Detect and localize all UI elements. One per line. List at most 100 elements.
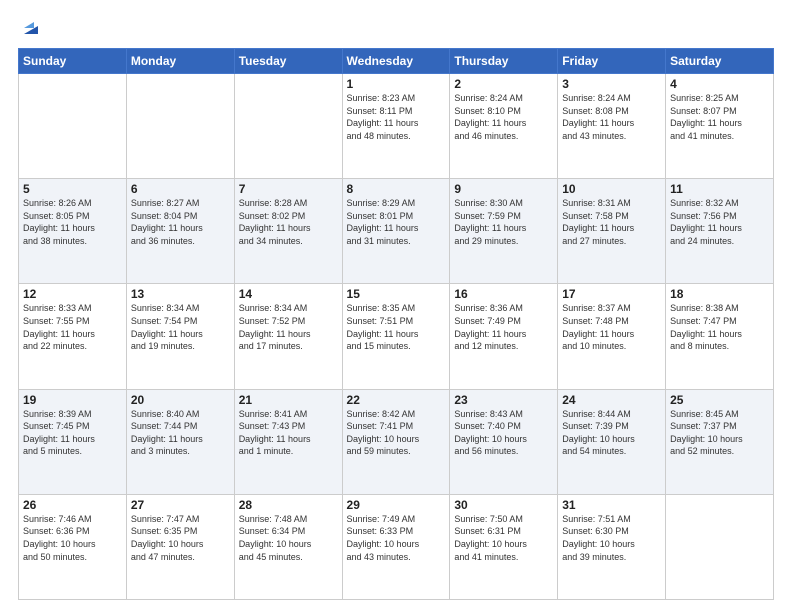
day-number: 14: [239, 287, 338, 301]
calendar-cell: [19, 74, 127, 179]
calendar-cell: 5Sunrise: 8:26 AM Sunset: 8:05 PM Daylig…: [19, 179, 127, 284]
day-info: Sunrise: 8:45 AM Sunset: 7:37 PM Dayligh…: [670, 408, 769, 458]
calendar-cell: 13Sunrise: 8:34 AM Sunset: 7:54 PM Dayli…: [126, 284, 234, 389]
day-number: 19: [23, 393, 122, 407]
day-info: Sunrise: 8:34 AM Sunset: 7:54 PM Dayligh…: [131, 302, 230, 352]
calendar-cell: [666, 494, 774, 599]
calendar-cell: 22Sunrise: 8:42 AM Sunset: 7:41 PM Dayli…: [342, 389, 450, 494]
day-number: 7: [239, 182, 338, 196]
calendar-cell: 16Sunrise: 8:36 AM Sunset: 7:49 PM Dayli…: [450, 284, 558, 389]
day-number: 27: [131, 498, 230, 512]
day-info: Sunrise: 8:35 AM Sunset: 7:51 PM Dayligh…: [347, 302, 446, 352]
calendar-cell: 29Sunrise: 7:49 AM Sunset: 6:33 PM Dayli…: [342, 494, 450, 599]
day-of-week-header: Tuesday: [234, 49, 342, 74]
day-info: Sunrise: 8:24 AM Sunset: 8:10 PM Dayligh…: [454, 92, 553, 142]
day-info: Sunrise: 8:41 AM Sunset: 7:43 PM Dayligh…: [239, 408, 338, 458]
day-of-week-header: Thursday: [450, 49, 558, 74]
day-info: Sunrise: 8:23 AM Sunset: 8:11 PM Dayligh…: [347, 92, 446, 142]
calendar-cell: 8Sunrise: 8:29 AM Sunset: 8:01 PM Daylig…: [342, 179, 450, 284]
calendar-week-row: 1Sunrise: 8:23 AM Sunset: 8:11 PM Daylig…: [19, 74, 774, 179]
logo: [18, 16, 42, 38]
day-of-week-header: Monday: [126, 49, 234, 74]
day-info: Sunrise: 8:27 AM Sunset: 8:04 PM Dayligh…: [131, 197, 230, 247]
day-info: Sunrise: 8:38 AM Sunset: 7:47 PM Dayligh…: [670, 302, 769, 352]
calendar-cell: 19Sunrise: 8:39 AM Sunset: 7:45 PM Dayli…: [19, 389, 127, 494]
day-number: 22: [347, 393, 446, 407]
calendar-header-row: SundayMondayTuesdayWednesdayThursdayFrid…: [19, 49, 774, 74]
day-info: Sunrise: 8:40 AM Sunset: 7:44 PM Dayligh…: [131, 408, 230, 458]
day-info: Sunrise: 8:24 AM Sunset: 8:08 PM Dayligh…: [562, 92, 661, 142]
day-info: Sunrise: 7:49 AM Sunset: 6:33 PM Dayligh…: [347, 513, 446, 563]
day-info: Sunrise: 7:47 AM Sunset: 6:35 PM Dayligh…: [131, 513, 230, 563]
day-number: 31: [562, 498, 661, 512]
calendar-cell: 17Sunrise: 8:37 AM Sunset: 7:48 PM Dayli…: [558, 284, 666, 389]
day-number: 18: [670, 287, 769, 301]
calendar-week-row: 19Sunrise: 8:39 AM Sunset: 7:45 PM Dayli…: [19, 389, 774, 494]
header: [18, 16, 774, 38]
calendar-week-row: 26Sunrise: 7:46 AM Sunset: 6:36 PM Dayli…: [19, 494, 774, 599]
calendar-cell: 9Sunrise: 8:30 AM Sunset: 7:59 PM Daylig…: [450, 179, 558, 284]
day-number: 17: [562, 287, 661, 301]
calendar-cell: 14Sunrise: 8:34 AM Sunset: 7:52 PM Dayli…: [234, 284, 342, 389]
calendar-cell: 3Sunrise: 8:24 AM Sunset: 8:08 PM Daylig…: [558, 74, 666, 179]
calendar-week-row: 12Sunrise: 8:33 AM Sunset: 7:55 PM Dayli…: [19, 284, 774, 389]
day-info: Sunrise: 8:33 AM Sunset: 7:55 PM Dayligh…: [23, 302, 122, 352]
day-number: 23: [454, 393, 553, 407]
page: SundayMondayTuesdayWednesdayThursdayFrid…: [0, 0, 792, 612]
calendar: SundayMondayTuesdayWednesdayThursdayFrid…: [18, 48, 774, 600]
calendar-cell: 1Sunrise: 8:23 AM Sunset: 8:11 PM Daylig…: [342, 74, 450, 179]
day-number: 5: [23, 182, 122, 196]
day-number: 28: [239, 498, 338, 512]
day-number: 30: [454, 498, 553, 512]
day-info: Sunrise: 7:51 AM Sunset: 6:30 PM Dayligh…: [562, 513, 661, 563]
day-info: Sunrise: 7:46 AM Sunset: 6:36 PM Dayligh…: [23, 513, 122, 563]
day-info: Sunrise: 8:36 AM Sunset: 7:49 PM Dayligh…: [454, 302, 553, 352]
day-number: 1: [347, 77, 446, 91]
day-number: 6: [131, 182, 230, 196]
day-of-week-header: Friday: [558, 49, 666, 74]
day-number: 11: [670, 182, 769, 196]
day-info: Sunrise: 8:37 AM Sunset: 7:48 PM Dayligh…: [562, 302, 661, 352]
day-number: 15: [347, 287, 446, 301]
day-info: Sunrise: 8:34 AM Sunset: 7:52 PM Dayligh…: [239, 302, 338, 352]
calendar-cell: 26Sunrise: 7:46 AM Sunset: 6:36 PM Dayli…: [19, 494, 127, 599]
day-info: Sunrise: 7:50 AM Sunset: 6:31 PM Dayligh…: [454, 513, 553, 563]
day-number: 29: [347, 498, 446, 512]
day-info: Sunrise: 8:42 AM Sunset: 7:41 PM Dayligh…: [347, 408, 446, 458]
calendar-cell: 12Sunrise: 8:33 AM Sunset: 7:55 PM Dayli…: [19, 284, 127, 389]
calendar-cell: 11Sunrise: 8:32 AM Sunset: 7:56 PM Dayli…: [666, 179, 774, 284]
calendar-cell: 25Sunrise: 8:45 AM Sunset: 7:37 PM Dayli…: [666, 389, 774, 494]
calendar-cell: 24Sunrise: 8:44 AM Sunset: 7:39 PM Dayli…: [558, 389, 666, 494]
calendar-cell: 23Sunrise: 8:43 AM Sunset: 7:40 PM Dayli…: [450, 389, 558, 494]
calendar-cell: [234, 74, 342, 179]
day-of-week-header: Sunday: [19, 49, 127, 74]
day-of-week-header: Wednesday: [342, 49, 450, 74]
calendar-cell: 20Sunrise: 8:40 AM Sunset: 7:44 PM Dayli…: [126, 389, 234, 494]
day-number: 4: [670, 77, 769, 91]
day-info: Sunrise: 8:32 AM Sunset: 7:56 PM Dayligh…: [670, 197, 769, 247]
day-info: Sunrise: 8:25 AM Sunset: 8:07 PM Dayligh…: [670, 92, 769, 142]
day-number: 20: [131, 393, 230, 407]
calendar-cell: 21Sunrise: 8:41 AM Sunset: 7:43 PM Dayli…: [234, 389, 342, 494]
calendar-cell: 7Sunrise: 8:28 AM Sunset: 8:02 PM Daylig…: [234, 179, 342, 284]
calendar-cell: 18Sunrise: 8:38 AM Sunset: 7:47 PM Dayli…: [666, 284, 774, 389]
day-number: 16: [454, 287, 553, 301]
day-number: 21: [239, 393, 338, 407]
day-info: Sunrise: 8:30 AM Sunset: 7:59 PM Dayligh…: [454, 197, 553, 247]
day-number: 2: [454, 77, 553, 91]
day-number: 25: [670, 393, 769, 407]
day-number: 10: [562, 182, 661, 196]
calendar-cell: 6Sunrise: 8:27 AM Sunset: 8:04 PM Daylig…: [126, 179, 234, 284]
calendar-cell: 10Sunrise: 8:31 AM Sunset: 7:58 PM Dayli…: [558, 179, 666, 284]
calendar-week-row: 5Sunrise: 8:26 AM Sunset: 8:05 PM Daylig…: [19, 179, 774, 284]
calendar-cell: 15Sunrise: 8:35 AM Sunset: 7:51 PM Dayli…: [342, 284, 450, 389]
calendar-cell: 31Sunrise: 7:51 AM Sunset: 6:30 PM Dayli…: [558, 494, 666, 599]
day-of-week-header: Saturday: [666, 49, 774, 74]
calendar-cell: [126, 74, 234, 179]
day-number: 8: [347, 182, 446, 196]
day-info: Sunrise: 8:31 AM Sunset: 7:58 PM Dayligh…: [562, 197, 661, 247]
calendar-cell: 30Sunrise: 7:50 AM Sunset: 6:31 PM Dayli…: [450, 494, 558, 599]
day-info: Sunrise: 8:44 AM Sunset: 7:39 PM Dayligh…: [562, 408, 661, 458]
day-info: Sunrise: 7:48 AM Sunset: 6:34 PM Dayligh…: [239, 513, 338, 563]
calendar-cell: 28Sunrise: 7:48 AM Sunset: 6:34 PM Dayli…: [234, 494, 342, 599]
